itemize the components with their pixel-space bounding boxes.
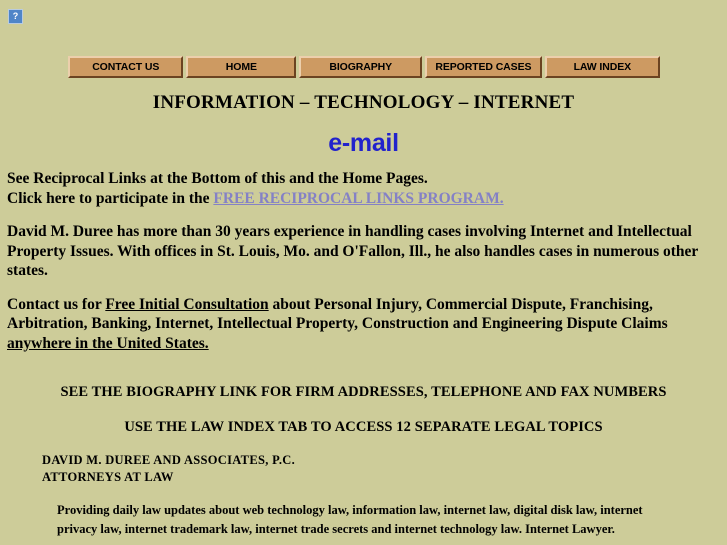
nav-law-index-label: LAW INDEX bbox=[573, 61, 632, 73]
broken-image-glyph: ? bbox=[12, 11, 19, 21]
free-reciprocal-links-program-link[interactable]: FREE RECIPROCAL LINKS PROGRAM. bbox=[213, 190, 503, 207]
reciprocal-program-prefix: Click here to participate in the bbox=[7, 189, 214, 207]
footer-description: Providing daily law updates about web te… bbox=[57, 503, 643, 536]
law-index-notice: USE THE LAW INDEX TAB TO ACCESS 12 SEPAR… bbox=[124, 419, 603, 435]
anywhere-united-states-link[interactable]: anywhere in the United States. bbox=[7, 335, 209, 352]
main-navigation: CONTACT US HOME BIOGRAPHY REPORTED CASES… bbox=[68, 56, 660, 78]
email-link[interactable]: e-mail bbox=[0, 129, 727, 158]
reciprocal-links-note: See Reciprocal Links at the Bottom of th… bbox=[7, 169, 720, 189]
firm-subtitle: ATTORNEYS AT LAW bbox=[42, 470, 174, 484]
nav-contact-us[interactable]: CONTACT US bbox=[68, 56, 184, 78]
reciprocal-links-line1: See Reciprocal Links at the Bottom of th… bbox=[7, 170, 428, 187]
firm-info: DAVID M. DUREE AND ASSOCIATES, P.C. ATTO… bbox=[42, 452, 295, 486]
contact-paragraph: Contact us for Free Initial Consultation… bbox=[7, 295, 720, 354]
nav-law-index[interactable]: LAW INDEX bbox=[544, 56, 660, 78]
contact-prefix: Contact us for bbox=[7, 295, 106, 313]
broken-image-placeholder: ? bbox=[8, 9, 23, 24]
nav-contact-us-label: CONTACT US bbox=[92, 61, 160, 73]
nav-home-label: HOME bbox=[225, 61, 257, 73]
nav-biography-label: BIOGRAPHY bbox=[329, 61, 393, 73]
nav-home[interactable]: HOME bbox=[186, 56, 297, 78]
nav-reported-cases[interactable]: REPORTED CASES bbox=[425, 56, 542, 78]
firm-name: DAVID M. DUREE AND ASSOCIATES, P.C. bbox=[42, 453, 296, 467]
biography-link-notice: SEE THE BIOGRAPHY LINK FOR FIRM ADDRESSE… bbox=[60, 384, 667, 400]
page-title: INFORMATION – TECHNOLOGY – INTERNET bbox=[152, 92, 575, 113]
body-content: See Reciprocal Links at the Bottom of th… bbox=[7, 169, 720, 367]
nav-reported-cases-label: REPORTED CASES bbox=[435, 61, 532, 73]
free-initial-consultation-link[interactable]: Free Initial Consultation bbox=[105, 296, 268, 313]
nav-biography[interactable]: BIOGRAPHY bbox=[299, 56, 423, 78]
bio-paragraph: David M. Duree has more than 30 years ex… bbox=[7, 223, 698, 279]
reciprocal-program-line: Click here to participate in the FREE RE… bbox=[7, 189, 720, 209]
